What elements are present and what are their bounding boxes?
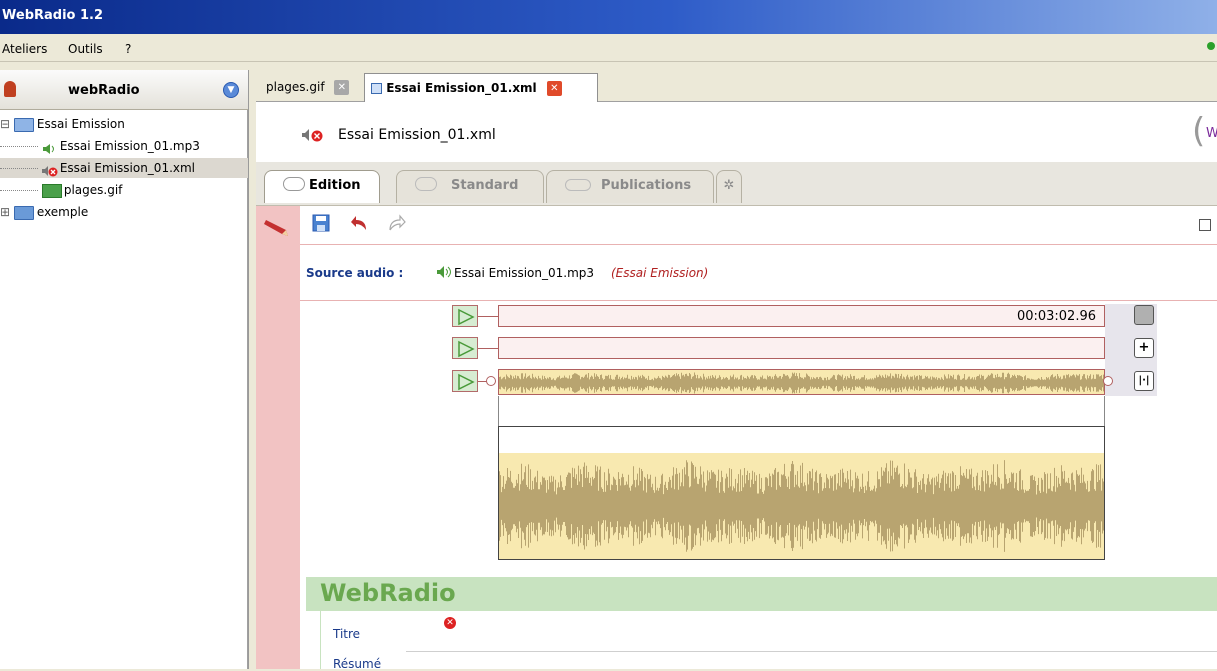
editor-margin-strip <box>256 206 300 669</box>
tab-essai-emission-xml[interactable]: Essai Emission_01.xml ✕ <box>364 73 598 102</box>
waveform-path <box>499 460 1104 552</box>
option-checkbox[interactable] <box>1199 219 1211 231</box>
tab-label: Standard <box>451 178 519 193</box>
tab-label: Edition <box>309 178 361 193</box>
project-panel: webRadio ▼ ⊟ Essai Emission Essai Emissi… <box>0 70 248 669</box>
connector-line <box>478 348 498 349</box>
fit-selection-button[interactable]: |·| <box>1134 371 1154 391</box>
image-file-icon <box>41 183 62 198</box>
menu-bar: Ateliers Outils ? <box>0 34 1217 62</box>
metadata-section-title: WebRadio <box>320 579 456 607</box>
xml-speaker-muted-icon <box>41 163 58 176</box>
tree-item-exemple[interactable]: ⊞ exemple <box>0 202 248 222</box>
view-tabs: Edition Standard Publications ✲ <box>256 162 1217 206</box>
audio-speaker-icon <box>436 265 454 282</box>
source-audio-label: Source audio : <box>306 266 404 280</box>
tab-settings[interactable]: ✲ <box>716 170 742 203</box>
window-title: WebRadio 1.2 <box>2 8 104 23</box>
mini-waveform <box>499 372 1104 394</box>
clip-icon <box>283 177 305 191</box>
error-icon: ✕ <box>444 617 456 629</box>
project-panel-header: webRadio ▼ <box>0 70 248 110</box>
tree-item-label: Essai Emission_01.xml <box>59 161 196 175</box>
menu-outils[interactable]: Outils <box>68 42 103 56</box>
title-bar: WebRadio 1.2 <box>0 0 1217 34</box>
gear-icon: ✲ <box>723 178 735 193</box>
save-icon[interactable] <box>312 214 330 232</box>
stop-button[interactable] <box>1134 305 1154 325</box>
eye-icon <box>565 179 591 191</box>
tree-item-mp3[interactable]: Essai Emission_01.mp3 <box>0 136 248 156</box>
add-segment-button[interactable]: + <box>1134 338 1154 358</box>
section-rule <box>320 611 321 669</box>
field-divider <box>406 651 1217 652</box>
tab-plages-gif[interactable]: plages.gif ✕ <box>260 73 355 101</box>
waveform <box>499 460 1104 552</box>
waveform-path <box>499 372 1104 394</box>
time-track[interactable]: 00:03:02.96 <box>498 305 1105 327</box>
panel-menu-icon[interactable]: ▼ <box>223 82 239 98</box>
paren-glyph: ( <box>1192 111 1206 151</box>
tree-item-xml[interactable]: Essai Emission_01.xml <box>0 158 248 178</box>
save-state-icon <box>371 83 382 94</box>
project-panel-title: webRadio <box>68 83 140 98</box>
audio-speaker-icon <box>42 141 58 154</box>
field-label-titre: Titre <box>333 627 361 641</box>
metadata-section-header: WebRadio <box>306 577 1217 611</box>
mini-waveform-track[interactable] <box>498 369 1105 395</box>
pencil-icon[interactable] <box>264 214 294 238</box>
redo-icon[interactable] <box>386 214 406 232</box>
tab-label: Essai Emission_01.xml <box>386 81 537 95</box>
tree-item-label: Essai Emission_01.mp3 <box>59 139 200 153</box>
source-audio-file[interactable]: Essai Emission_01.mp3 <box>454 266 594 280</box>
tree-item-plages[interactable]: plages.gif <box>0 180 248 200</box>
xml-speaker-muted-icon <box>302 128 324 145</box>
segment-track[interactable] <box>498 337 1105 359</box>
tree-item-label: exemple <box>36 205 89 219</box>
waveform-view[interactable] <box>498 426 1105 560</box>
tab-publications[interactable]: Publications <box>546 170 714 203</box>
source-audio-context: (Essai Emission) <box>611 266 709 280</box>
folder-icon <box>13 205 34 220</box>
tree-item-label: plages.gif <box>63 183 123 197</box>
document-header: Essai Emission_01.xml ( W <box>256 102 1217 162</box>
menu-ateliers[interactable]: Ateliers <box>2 42 47 56</box>
play-button[interactable] <box>452 370 478 392</box>
close-icon[interactable]: ✕ <box>334 80 350 95</box>
selection-start-handle[interactable] <box>486 376 496 386</box>
tab-label: Publications <box>601 178 692 193</box>
divider <box>300 300 1217 301</box>
clip-icon <box>415 177 437 191</box>
radio-logo-icon <box>4 81 16 97</box>
status-dot-icon <box>1207 42 1215 50</box>
time-display: 00:03:02.96 <box>1016 309 1096 324</box>
tab-standard[interactable]: Standard <box>396 170 544 203</box>
tree-item-essai-emission[interactable]: ⊟ Essai Emission <box>0 114 248 134</box>
tab-label: plages.gif <box>266 80 325 94</box>
play-button[interactable] <box>452 305 478 327</box>
divider <box>300 244 1217 245</box>
document-header-fragment: W <box>1206 126 1217 141</box>
selection-end-handle[interactable] <box>1103 376 1113 386</box>
connector-line <box>478 316 498 317</box>
document-title: Essai Emission_01.xml <box>338 127 496 143</box>
undo-icon[interactable] <box>350 214 370 232</box>
tree-item-label: Essai Emission <box>36 117 125 131</box>
waveform-gap <box>498 396 1105 426</box>
play-button[interactable] <box>452 337 478 359</box>
panel-splitter[interactable] <box>248 70 255 669</box>
document-tabs: plages.gif ✕ Essai Emission_01.xml ✕ <box>256 70 1217 102</box>
close-icon[interactable]: ✕ <box>546 81 562 96</box>
tab-edition[interactable]: Edition <box>264 170 380 203</box>
folder-open-icon <box>13 117 34 132</box>
menu-help[interactable]: ? <box>125 42 131 56</box>
